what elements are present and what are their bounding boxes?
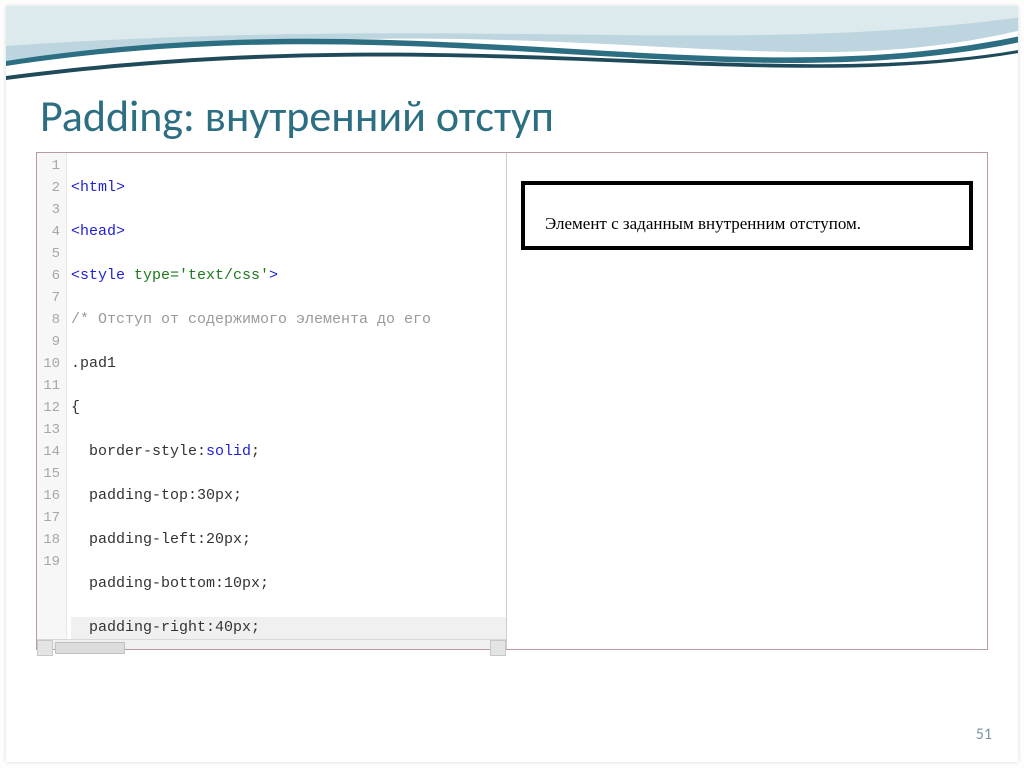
page-number: 51	[976, 725, 992, 744]
code-editor-panel: 1 2 3 4 5 6 7 8 9 10 11 12 13 14 15 16 1…	[37, 153, 507, 649]
code-text: <html> <head> <style type='text/css'> /*…	[67, 153, 506, 639]
preview-panel: Элемент с заданным внутренним отступом.	[507, 153, 987, 649]
padding-demo-box: Элемент с заданным внутренним отступом.	[521, 181, 973, 250]
line-number-gutter: 1 2 3 4 5 6 7 8 9 10 11 12 13 14 15 16 1…	[37, 153, 67, 639]
content-container: 1 2 3 4 5 6 7 8 9 10 11 12 13 14 15 16 1…	[36, 152, 988, 650]
horizontal-scrollbar[interactable]	[37, 639, 506, 649]
scrollbar-thumb[interactable]	[55, 642, 125, 654]
slide-title: Padding: внутренний отступ	[40, 94, 1018, 138]
